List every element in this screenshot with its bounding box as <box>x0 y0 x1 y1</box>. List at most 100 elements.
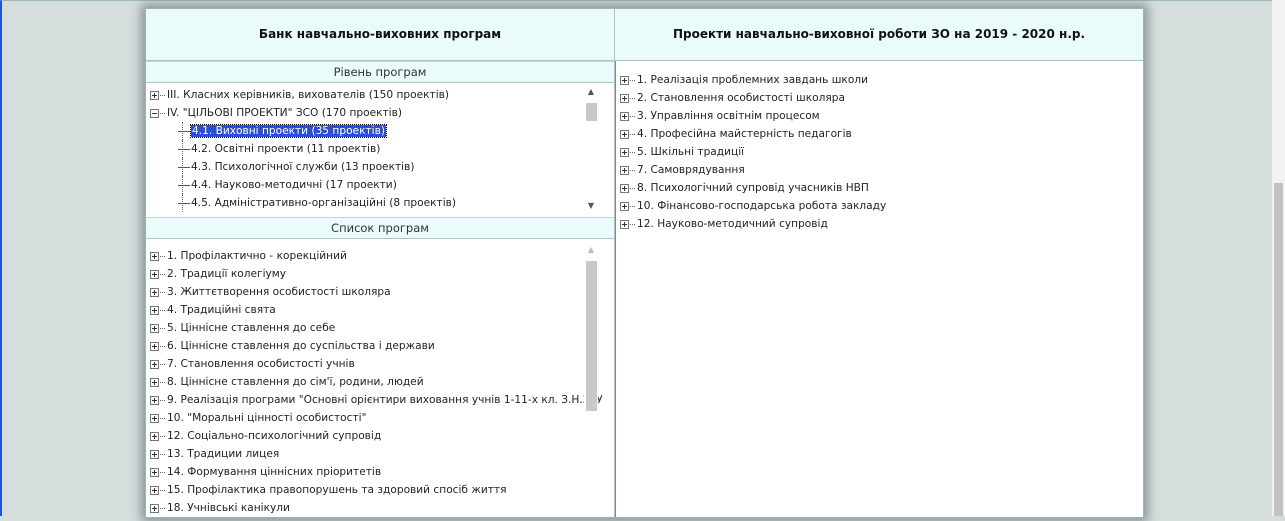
project-label: 7. Самоврядування <box>637 164 745 176</box>
expand-icon[interactable] <box>150 251 159 261</box>
project-item[interactable]: 2. Становлення особистості школяра <box>620 89 1135 107</box>
expand-icon[interactable] <box>150 395 159 405</box>
scroll-up-icon[interactable]: ▲ <box>584 85 598 99</box>
scroll-thumb[interactable] <box>586 103 597 121</box>
expand-icon[interactable] <box>150 449 159 459</box>
project-item[interactable]: 5. Шкільні традиції <box>620 143 1135 161</box>
expand-icon[interactable] <box>620 75 629 85</box>
programs-header: Список програм <box>146 217 614 239</box>
program-bank-pane: Рівень програм III. Класних керівників, … <box>146 61 615 517</box>
expand-icon[interactable] <box>150 467 159 477</box>
project-item[interactable]: 1. Реалізація проблемних завдань школи <box>620 71 1135 89</box>
expand-icon[interactable] <box>620 93 629 103</box>
project-label: 5. Шкільні традиції <box>637 146 745 158</box>
expand-icon[interactable] <box>150 377 159 387</box>
levels-tree: III. Класних керівників, вихователів (15… <box>146 83 602 216</box>
program-item[interactable]: 12. Соціально-психологічний супровід <box>150 427 602 445</box>
project-item[interactable]: 8. Психологічний супровід учасників НВП <box>620 179 1135 197</box>
tree-node-4-4[interactable]: 4.4. Науково-методичні (17 проекти) <box>150 176 602 194</box>
page-scroll-thumb[interactable] <box>1274 183 1283 516</box>
projects-pane: 1. Реалізація проблемних завдань школи 2… <box>615 61 1143 517</box>
expand-icon[interactable] <box>150 305 159 315</box>
expand-icon[interactable] <box>150 431 159 441</box>
expand-icon[interactable] <box>620 165 629 175</box>
program-label: 18. Учнівські канікули <box>167 502 290 514</box>
program-item[interactable]: 8. Ціннісне ставлення до сім'ї, родини, … <box>150 373 602 391</box>
scroll-thumb[interactable] <box>586 261 597 411</box>
program-label: 6. Ціннісне ставлення до суспільства і д… <box>167 340 435 352</box>
program-item[interactable]: 5. Ціннісне ставлення до себе <box>150 319 602 337</box>
expand-icon[interactable] <box>150 287 159 297</box>
project-item[interactable]: 3. Управління освітнім процесом <box>620 107 1135 125</box>
program-item[interactable]: 10. "Моральні цінності особистості" <box>150 409 602 427</box>
program-item[interactable]: 15. Профілактика правопорушень та здоров… <box>150 481 602 499</box>
expand-icon[interactable] <box>150 359 159 369</box>
tree-node-level-4[interactable]: IV. "ЦІЛЬОВІ ПРОЕКТИ" ЗСО (170 проектів) <box>150 104 602 122</box>
expand-icon[interactable] <box>150 90 159 100</box>
expand-icon[interactable] <box>150 341 159 351</box>
tree-node-4-3[interactable]: 4.3. Психологічної служби (13 проектів) <box>150 158 602 176</box>
tree-node-label: 4.5. Адміністративно-організаційні (8 пр… <box>191 197 457 209</box>
expand-icon[interactable] <box>620 183 629 193</box>
program-item[interactable]: 14. Формування ціннісних пріоритетів <box>150 463 602 481</box>
program-item[interactable]: 18. Учнівські канікули <box>150 499 602 517</box>
programs-tree: 1. Профілактично - корекційний 2. Традиц… <box>146 243 602 521</box>
projects-title: Проекти навчально-виховної роботи ЗО на … <box>672 27 1086 41</box>
program-label: 15. Профілактика правопорушень та здоров… <box>167 484 507 496</box>
expand-icon[interactable] <box>620 129 629 139</box>
program-label: 7. Становлення особистості учнів <box>167 358 355 370</box>
projects-tree: 1. Реалізація проблемних завдань школи 2… <box>620 71 1135 511</box>
program-label: 4. Традиційні свята <box>167 304 276 316</box>
tree-node-label: 4.3. Психологічної служби (13 проектів) <box>191 161 415 173</box>
expand-icon[interactable] <box>150 413 159 423</box>
tree-node-4-2[interactable]: 4.2. Освітні проекти (11 проектів) <box>150 140 602 158</box>
program-item[interactable]: 1. Профілактично - корекційний <box>150 247 602 265</box>
tree-node-4-1[interactable]: 4.1. Виховні проекти (35 проектів) <box>150 122 602 140</box>
programs-scrollbar[interactable]: ▲ <box>584 243 598 517</box>
project-label: 12. Науково-методичний супровід <box>637 218 828 230</box>
program-item[interactable]: 7. Становлення особистості учнів <box>150 355 602 373</box>
selected-node-label: 4.1. Виховні проекти (35 проектів) <box>190 124 387 138</box>
tree-node-label: III. Класних керівників, вихователів (15… <box>167 89 450 101</box>
app-panel: Банк навчально-виховних програм Проекти … <box>145 8 1144 518</box>
expand-icon[interactable] <box>150 323 159 333</box>
program-bank-title: Банк навчально-виховних програм <box>146 9 615 60</box>
project-item[interactable]: 4. Професійна майстерність педагогів <box>620 125 1135 143</box>
project-label: 2. Становлення особистості школяра <box>637 92 845 104</box>
tree-node-level-3[interactable]: III. Класних керівників, вихователів (15… <box>150 86 602 104</box>
project-label: 8. Психологічний супровід учасників НВП <box>637 182 869 194</box>
project-label: 10. Фінансово-господарська робота заклад… <box>637 200 887 212</box>
collapse-icon[interactable] <box>150 108 159 118</box>
program-item[interactable]: 2. Традиції колегіуму <box>150 265 602 283</box>
expand-icon[interactable] <box>620 111 629 121</box>
expand-icon[interactable] <box>150 269 159 279</box>
project-item[interactable]: 7. Самоврядування <box>620 161 1135 179</box>
program-label: 12. Соціально-психологічний супровід <box>167 430 382 442</box>
program-label: 9. Реалізація програми "Основні орієнтир… <box>167 394 602 406</box>
expand-icon[interactable] <box>150 485 159 495</box>
expand-icon[interactable] <box>620 201 629 211</box>
program-item[interactable]: 13. Традиции лицея <box>150 445 602 463</box>
project-label: 1. Реалізація проблемних завдань школи <box>637 74 868 86</box>
scroll-up-icon[interactable]: ▲ <box>584 243 598 257</box>
levels-header: Рівень програм <box>146 61 614 83</box>
tree-node-label: 4.2. Освітні проекти (11 проектів) <box>191 143 381 155</box>
program-item[interactable]: 9. Реалізація програми "Основні орієнтир… <box>150 391 602 409</box>
program-item[interactable]: 4. Традиційні свята <box>150 301 602 319</box>
program-label: 10. "Моральні цінності особистості" <box>167 412 367 424</box>
scroll-down-icon[interactable]: ▼ <box>584 199 598 213</box>
expand-icon[interactable] <box>620 147 629 157</box>
tree-node-4-5[interactable]: 4.5. Адміністративно-організаційні (8 пр… <box>150 194 602 212</box>
page-scrollbar[interactable] <box>1272 0 1285 516</box>
program-label: 14. Формування ціннісних пріоритетів <box>167 466 382 478</box>
expand-icon[interactable] <box>150 503 159 513</box>
project-item[interactable]: 10. Фінансово-господарська робота заклад… <box>620 197 1135 215</box>
program-label: 3. Життєтворення особистості школяра <box>167 286 391 298</box>
project-item[interactable]: 12. Науково-методичний супровід <box>620 215 1135 233</box>
program-item[interactable]: 3. Життєтворення особистості школяра <box>150 283 602 301</box>
program-label: 2. Традиції колегіуму <box>167 268 287 280</box>
levels-scrollbar[interactable]: ▲ ▼ <box>584 85 598 213</box>
tree-node-label: IV. "ЦІЛЬОВІ ПРОЕКТИ" ЗСО (170 проектів) <box>167 107 402 119</box>
expand-icon[interactable] <box>620 219 629 229</box>
program-item[interactable]: 6. Ціннісне ставлення до суспільства і д… <box>150 337 602 355</box>
